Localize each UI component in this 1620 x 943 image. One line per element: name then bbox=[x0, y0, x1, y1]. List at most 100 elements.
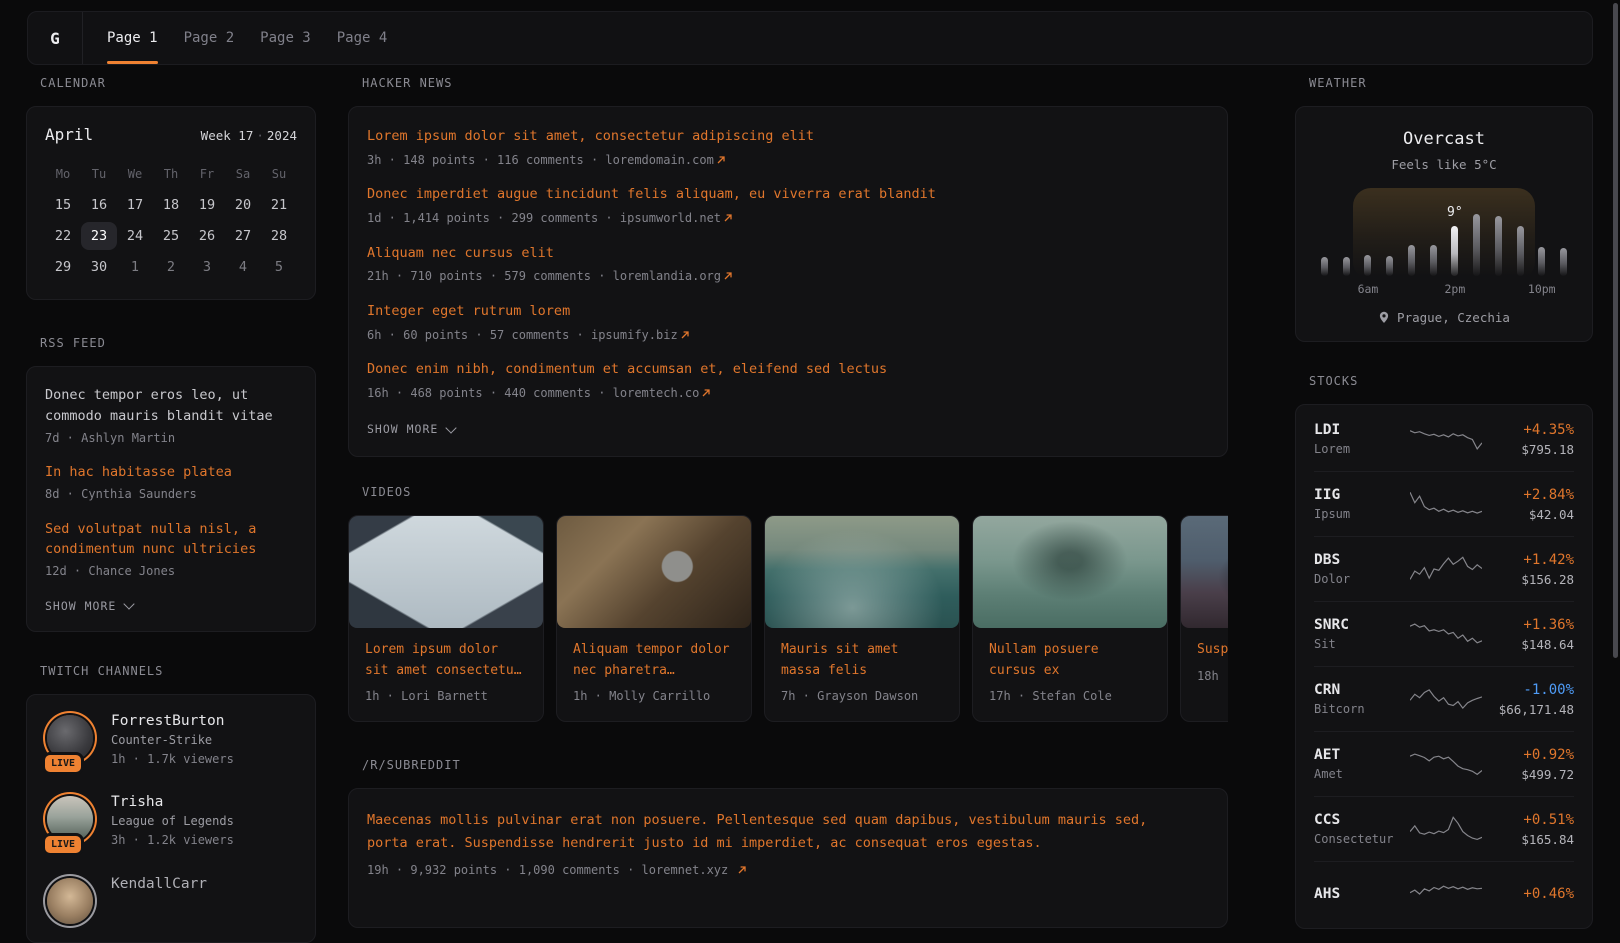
weather-location: Prague, Czechia bbox=[1397, 310, 1510, 325]
tab-page-2[interactable]: Page 2 bbox=[184, 12, 235, 64]
calendar-week-year: Week 17·2024 bbox=[201, 128, 297, 143]
calendar-day[interactable]: 23 bbox=[81, 222, 117, 250]
calendar-day[interactable]: 1 bbox=[117, 253, 153, 281]
page-scrollbar[interactable] bbox=[1613, 0, 1618, 900]
calendar-day[interactable]: 16 bbox=[81, 191, 117, 219]
stock-id: SNRCSit bbox=[1314, 617, 1410, 651]
stock-row[interactable]: AETAmet+0.92%$499.72 bbox=[1314, 731, 1574, 796]
calendar-day[interactable]: 29 bbox=[45, 253, 81, 281]
calendar-day[interactable]: 20 bbox=[225, 191, 261, 219]
show-more-label: SHOW MORE bbox=[367, 422, 438, 436]
calendar-day[interactable]: 30 bbox=[81, 253, 117, 281]
video-card[interactable]: Lorem ipsum dolor sit amet consectetu…1h… bbox=[348, 515, 544, 722]
stock-quote: +4.35%$795.18 bbox=[1521, 422, 1574, 457]
stock-quote: +1.42%$156.28 bbox=[1521, 552, 1574, 587]
stock-row[interactable]: IIGIpsum+2.84%$42.04 bbox=[1314, 471, 1574, 536]
video-card[interactable]: Aliquam tempor dolor nec pharetra…1h · M… bbox=[556, 515, 752, 722]
stock-row[interactable]: CRNBitcorn-1.00%$66,171.48 bbox=[1314, 666, 1574, 731]
stock-price: $156.28 bbox=[1521, 572, 1574, 587]
subreddit-post-title[interactable]: Maecenas mollis pulvinar erat non posuer… bbox=[367, 809, 1167, 855]
hackernews-item-domain[interactable]: ipsumify.biz bbox=[591, 328, 678, 342]
video-thumbnail-hands-holding-camera[interactable] bbox=[557, 516, 751, 628]
channel-info: ForrestBurtonCounter-Strike1h · 1.7k vie… bbox=[111, 713, 234, 768]
hackernews-item-domain[interactable]: ipsumworld.net bbox=[620, 211, 721, 225]
calendar-day[interactable]: 5 bbox=[261, 253, 297, 281]
calendar-day[interactable]: 24 bbox=[117, 222, 153, 250]
hackernews-item-title[interactable]: Lorem ipsum dolor sit amet, consectetur … bbox=[367, 127, 1209, 146]
calendar-widget: April Week 17·2024 MoTuWeThFrSaSu1516171… bbox=[26, 106, 316, 300]
stocks-section-label: STOCKS bbox=[1309, 374, 1593, 388]
calendar-day[interactable]: 26 bbox=[189, 222, 225, 250]
app-logo[interactable]: G bbox=[28, 12, 83, 64]
calendar-day[interactable]: 17 bbox=[117, 191, 153, 219]
video-title[interactable]: Aliquam tempor dolor nec pharetra… bbox=[573, 640, 733, 680]
hackernews-item-title[interactable]: Integer eget rutrum lorem bbox=[367, 302, 1209, 321]
calendar-day[interactable]: 28 bbox=[261, 222, 297, 250]
video-card[interactable]: Nullam posuere cursus ex17h · Stefan Col… bbox=[972, 515, 1168, 722]
video-thumbnail-concrete-pillars-sky[interactable] bbox=[349, 516, 543, 628]
video-meta: 18h · Tara bbox=[1197, 668, 1228, 685]
top-bar: G Page 1 Page 2 Page 3 Page 4 bbox=[27, 11, 1593, 65]
scrollbar-thumb[interactable] bbox=[1613, 3, 1618, 658]
hackernews-item-stats: 6h · 60 points · 57 comments · bbox=[367, 328, 591, 342]
calendar-day[interactable]: 3 bbox=[189, 253, 225, 281]
calendar-day[interactable]: 2 bbox=[153, 253, 189, 281]
stock-price: $42.04 bbox=[1523, 507, 1574, 522]
video-info: Lorem ipsum dolor sit amet consectetu…1h… bbox=[349, 628, 543, 721]
tab-page-3[interactable]: Page 3 bbox=[260, 12, 311, 64]
video-title[interactable]: Nullam posuere cursus ex bbox=[989, 640, 1149, 680]
channel-name[interactable]: ForrestBurton bbox=[111, 713, 234, 729]
video-thumbnail-foggy-silhouette[interactable] bbox=[1181, 516, 1228, 628]
twitch-channel[interactable]: LIVETrishaLeague of Legends3h · 1.2k vie… bbox=[45, 794, 297, 849]
calendar-day[interactable]: 25 bbox=[153, 222, 189, 250]
tab-page-1[interactable]: Page 1 bbox=[107, 12, 158, 64]
channel-name[interactable]: KendallCarr bbox=[111, 876, 207, 892]
left-column: CALENDAR April Week 17·2024 MoTuWeThFrSa… bbox=[26, 76, 316, 943]
subreddit-post-domain[interactable]: loremnet.xyz bbox=[642, 863, 729, 877]
calendar-week-label: Week 17 bbox=[201, 128, 254, 143]
calendar-day[interactable]: 18 bbox=[153, 191, 189, 219]
hackernews-item-title[interactable]: Donec enim nibh, condimentum et accumsan… bbox=[367, 360, 1209, 379]
video-thumbnail-boat-wake-sea[interactable] bbox=[765, 516, 959, 628]
stock-row[interactable]: SNRCSit+1.36%$148.64 bbox=[1314, 601, 1574, 666]
tab-page-4[interactable]: Page 4 bbox=[337, 12, 388, 64]
calendar-day-header: Su bbox=[261, 160, 297, 188]
video-card[interactable]: Suspendisse diam 18h · Tara bbox=[1180, 515, 1228, 722]
stock-row[interactable]: CCSConsectetur+0.51%$165.84 bbox=[1314, 796, 1574, 861]
channel-meta: 3h · 1.2k viewers bbox=[111, 832, 234, 849]
rss-widget: Donec tempor eros leo, ut commodo mauris… bbox=[26, 366, 316, 632]
stock-quote: +2.84%$42.04 bbox=[1523, 487, 1574, 522]
calendar-day[interactable]: 19 bbox=[189, 191, 225, 219]
rss-item-title[interactable]: Donec tempor eros leo, ut commodo mauris… bbox=[45, 385, 297, 427]
stock-symbol: DBS bbox=[1314, 552, 1410, 568]
twitch-channel[interactable]: LIVEForrestBurtonCounter-Strike1h · 1.7k… bbox=[45, 713, 297, 768]
stock-name: Dolor bbox=[1314, 572, 1410, 586]
calendar-day[interactable]: 22 bbox=[45, 222, 81, 250]
chevron-down-icon bbox=[124, 599, 135, 610]
rss-item-title[interactable]: Sed volutpat nulla nisl, a condimentum n… bbox=[45, 519, 297, 561]
video-thumbnail-canoe-on-lake[interactable] bbox=[973, 516, 1167, 628]
rss-show-more-button[interactable]: SHOW MORE bbox=[45, 599, 297, 613]
calendar-day[interactable]: 4 bbox=[225, 253, 261, 281]
rss-item-title[interactable]: In hac habitasse platea bbox=[45, 462, 297, 483]
hackernews-show-more-button[interactable]: SHOW MORE bbox=[367, 422, 1209, 436]
hackernews-item-domain[interactable]: loremtech.co bbox=[613, 386, 700, 400]
hackernews-item-domain[interactable]: loremlandia.org bbox=[613, 269, 721, 283]
hackernews-item-title[interactable]: Donec imperdiet augue tincidunt felis al… bbox=[367, 185, 1209, 204]
stock-row[interactable]: AHS+0.46% bbox=[1314, 861, 1574, 926]
video-card[interactable]: Mauris sit amet massa felis7h · Grayson … bbox=[764, 515, 960, 722]
rss-item-meta: 12d · Chance Jones bbox=[45, 563, 297, 580]
hackernews-list: Lorem ipsum dolor sit amet, consectetur … bbox=[367, 127, 1209, 402]
hackernews-item-title[interactable]: Aliquam nec cursus elit bbox=[367, 244, 1209, 263]
video-title[interactable]: Suspendisse diam bbox=[1197, 640, 1228, 660]
weather-hour-label: 6am bbox=[1358, 282, 1379, 296]
hackernews-item-domain[interactable]: loremdomain.com bbox=[605, 153, 713, 167]
video-title[interactable]: Mauris sit amet massa felis bbox=[781, 640, 941, 680]
video-title[interactable]: Lorem ipsum dolor sit amet consectetu… bbox=[365, 640, 525, 680]
stock-row[interactable]: DBS Dolor +1.42%$156.28 bbox=[1314, 536, 1574, 601]
calendar-day[interactable]: 15 bbox=[45, 191, 81, 219]
calendar-day[interactable]: 21 bbox=[261, 191, 297, 219]
calendar-day[interactable]: 27 bbox=[225, 222, 261, 250]
channel-name[interactable]: Trisha bbox=[111, 794, 234, 810]
stock-row[interactable]: LDILorem+4.35%$795.18 bbox=[1314, 407, 1574, 471]
